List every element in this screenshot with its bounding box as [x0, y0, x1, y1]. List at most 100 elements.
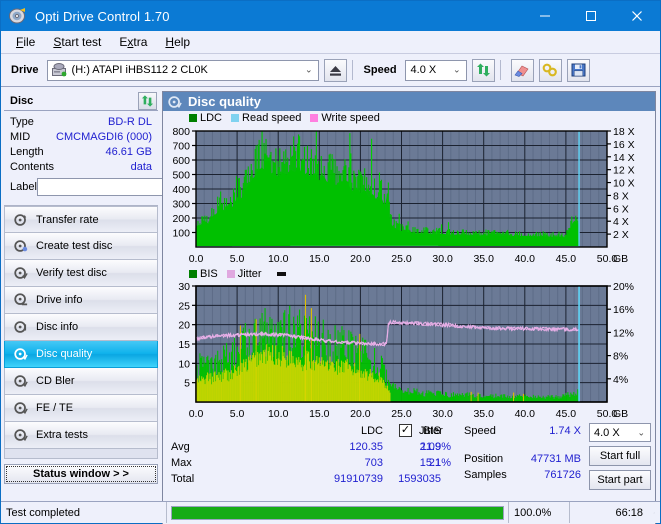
svg-text:40.0: 40.0 — [515, 408, 536, 420]
disc-icon — [9, 7, 27, 25]
svg-text:20.0: 20.0 — [350, 253, 371, 265]
svg-text:35.0: 35.0 — [473, 408, 494, 420]
disc-label-row: Label — [10, 177, 156, 197]
svg-text:5.0: 5.0 — [230, 408, 245, 420]
status-message: Test completed — [1, 502, 166, 523]
chevron-down-icon: ⌄ — [305, 65, 313, 76]
save-button[interactable] — [567, 59, 590, 82]
sidebar-item-transfer-rate[interactable]: Transfer rate — [4, 206, 158, 233]
svg-text:30.0: 30.0 — [432, 408, 453, 420]
svg-text:300: 300 — [172, 199, 190, 211]
speed-value: 4.0 X — [411, 64, 437, 76]
disc-fete-icon — [12, 401, 29, 415]
sidebar-item-create-test-disc[interactable]: Create test disc — [4, 233, 158, 260]
disc-extra-icon — [12, 428, 29, 442]
sidebar-item-label: Extra tests — [36, 429, 88, 441]
svg-text:GB: GB — [613, 408, 628, 420]
svg-text:20%: 20% — [613, 281, 634, 293]
row-value: CMCMAGDI6 (000) — [56, 131, 156, 143]
svg-text:4 X: 4 X — [613, 216, 629, 228]
maximize-button[interactable] — [568, 1, 614, 31]
sidebar-item-label: Verify test disc — [36, 267, 107, 279]
sidebar-item-cd-bler[interactable]: CD Bler — [4, 368, 158, 395]
svg-text:15.0: 15.0 — [309, 408, 330, 420]
row-key: MID — [10, 131, 30, 143]
erase-button[interactable] — [511, 59, 534, 82]
sidebar-item-disc-info[interactable]: Disc info — [4, 314, 158, 341]
sidebar-item-drive-info[interactable]: Drive info — [4, 287, 158, 314]
window-controls — [522, 1, 660, 31]
row-value: 46.61 GB — [106, 146, 156, 158]
drive-select[interactable]: (H:) ATAPI iHBS112 2 CL0K ⌄ — [47, 60, 319, 81]
save-icon — [571, 63, 586, 77]
close-icon[interactable] — [614, 1, 660, 31]
svg-text:GB: GB — [613, 253, 628, 265]
disc-transfer-icon — [12, 213, 29, 227]
svg-text:25: 25 — [178, 300, 190, 312]
drive-value: (H:) ATAPI iHBS112 2 CL0K — [72, 64, 208, 76]
jitter-checkbox[interactable]: ✓ — [399, 424, 412, 437]
stats-row-label-total: Total — [171, 473, 194, 485]
tools-button[interactable] — [539, 59, 562, 82]
drive-icon — [52, 63, 67, 77]
row-key: Contents — [10, 161, 54, 173]
stats-value-bis-total: 1593035 — [341, 473, 441, 485]
sidebar-item-extra-tests[interactable]: Extra tests — [4, 422, 158, 449]
svg-text:16 X: 16 X — [613, 139, 635, 151]
refresh-icon — [476, 63, 491, 77]
sidebar-item-label: Disc quality — [36, 348, 92, 360]
toolbar-separator — [500, 60, 501, 80]
menu-item-start-test[interactable]: Start test — [44, 32, 110, 52]
legend-entry-bis: BIS — [189, 268, 218, 280]
svg-text:14 X: 14 X — [613, 152, 635, 164]
svg-text:10.0: 10.0 — [268, 408, 289, 420]
legend-label: Jitter — [238, 268, 262, 280]
test-speed-select[interactable]: 4.0 X ⌄ — [589, 423, 651, 442]
svg-text:5: 5 — [184, 378, 190, 390]
svg-text:0.0: 0.0 — [189, 253, 204, 265]
disc-bler-icon — [12, 374, 29, 388]
legend-swatch — [231, 114, 239, 122]
resize-grip[interactable] — [648, 502, 660, 523]
disc-create-icon — [12, 239, 29, 253]
nav-filler — [4, 449, 158, 459]
legend-swatch — [189, 114, 197, 122]
start-full-button[interactable]: Start full — [589, 446, 651, 466]
top-chart-legend: LDC Read speed Write speed — [163, 111, 655, 124]
menu-item-file[interactable]: File — [7, 32, 44, 52]
sidebar-item-fe-te[interactable]: FE / TE — [4, 395, 158, 422]
progress-bar — [171, 506, 504, 520]
speed-stat-value: 1.74 X — [481, 425, 581, 437]
app-window: Opti Drive Control 1.70 File Start test … — [0, 0, 661, 524]
row-key: Length — [10, 146, 44, 158]
sidebar-item-verify-test-disc[interactable]: Verify test disc — [4, 260, 158, 287]
jitter-checkbox-label: Jitter — [419, 425, 443, 437]
disc-info-icon — [12, 320, 29, 334]
speed-label: Speed — [364, 64, 397, 76]
eject-button[interactable] — [324, 59, 347, 82]
stats-row-label-avg: Avg — [171, 441, 190, 453]
disc-quality-icon — [168, 95, 182, 109]
svg-text:16%: 16% — [613, 304, 634, 316]
start-part-button[interactable]: Start part — [589, 470, 651, 490]
disc-refresh-button[interactable] — [138, 92, 157, 110]
refresh-button[interactable] — [472, 59, 495, 82]
svg-text:5.0: 5.0 — [230, 253, 245, 265]
window-title: Opti Drive Control 1.70 — [35, 9, 170, 24]
minimize-button[interactable] — [522, 1, 568, 31]
svg-text:15.0: 15.0 — [309, 253, 330, 265]
speed-select[interactable]: 4.0 X ⌄ — [405, 60, 467, 81]
sidebar-item-label: CD Bler — [36, 375, 75, 387]
menu-item-help[interactable]: Help — [156, 32, 199, 52]
svg-text:30.0: 30.0 — [432, 253, 453, 265]
svg-text:8%: 8% — [613, 351, 628, 363]
sidebar-item-disc-quality[interactable]: Disc quality — [4, 341, 158, 368]
sidebar-item-label: Disc info — [36, 321, 78, 333]
status-window-button[interactable]: Status window > > — [4, 464, 158, 484]
menu-item-extra[interactable]: Extra — [110, 32, 156, 52]
legend-entry-ldc: LDC — [189, 112, 222, 124]
legend-entry-write-speed: Write speed — [310, 112, 380, 124]
row-value: BD-R DL — [108, 116, 156, 128]
svg-text:35.0: 35.0 — [473, 253, 494, 265]
svg-text:400: 400 — [172, 184, 190, 196]
